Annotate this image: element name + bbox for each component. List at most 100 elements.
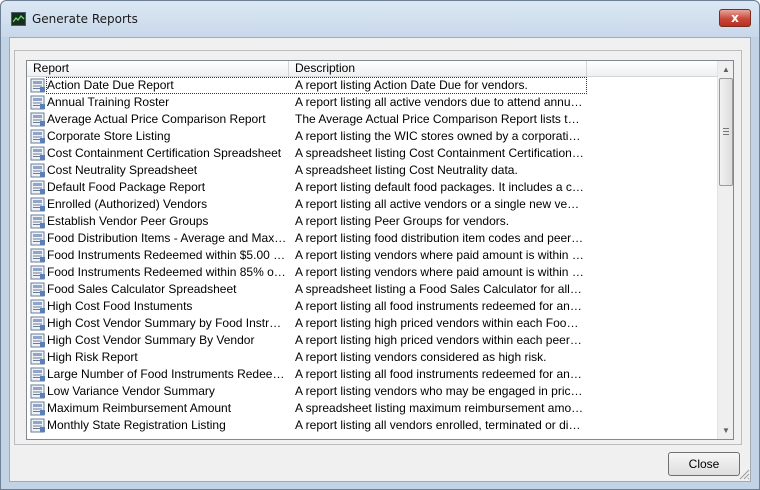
table-row[interactable]: Low Variance Vendor Summary A report list… (27, 383, 717, 400)
table-row[interactable]: Action Date Due Report A report listing A… (27, 77, 717, 94)
report-name-cell: Establish Vendor Peer Groups (47, 214, 209, 228)
report-name-cell: High Cost Vendor Summary by Food Instrum… (47, 316, 287, 330)
table-row[interactable]: Corporate Store Listing A report listing … (27, 128, 717, 145)
table-row[interactable]: Large Number of Food Instruments Redeeme… (27, 366, 717, 383)
report-icon (30, 401, 45, 416)
report-icon (30, 333, 45, 348)
window-title: Generate Reports (32, 12, 138, 26)
list-header: Report Description (27, 61, 717, 77)
report-icon (30, 163, 45, 178)
report-description-cell: A report listing all active vendors due … (295, 95, 585, 109)
report-description-cell: A report listing all food instruments re… (295, 299, 585, 313)
report-name-cell: Cost Neutrality Spreadsheet (47, 163, 198, 177)
grip-icon (723, 128, 729, 135)
report-description-cell: A report listing all vendors enrolled, t… (295, 418, 585, 432)
report-description-cell: A report listing food distribution item … (295, 231, 585, 245)
report-icon (30, 316, 45, 331)
report-description-cell: A report listing the WIC stores owned by… (295, 129, 585, 143)
report-description-cell: A report listing vendors where paid amou… (295, 248, 585, 262)
table-row[interactable]: Food Instruments Redeemed within $5.00 o… (27, 247, 717, 264)
report-description-cell: A report listing high priced vendors wit… (295, 333, 585, 347)
report-description-cell: A report listing vendors where paid amou… (295, 265, 585, 279)
report-description-cell: A report listing all active vendors or a… (295, 197, 585, 211)
report-description-cell: A report listing default food packages. … (295, 180, 585, 194)
close-button[interactable]: Close (668, 452, 740, 476)
table-row[interactable]: Monthly State Registration Listing A repo… (27, 417, 717, 434)
report-description-cell: A report listing Peer Groups for vendors… (295, 214, 510, 228)
column-header-description[interactable]: Description (289, 61, 587, 77)
report-description-cell: A report listing high priced vendors wit… (295, 316, 585, 330)
table-row[interactable]: Food Sales Calculator Spreadsheet A sprea… (27, 281, 717, 298)
table-row[interactable]: Default Food Package Report A report list… (27, 179, 717, 196)
report-name-cell: Food Instruments Redeemed within $5.00 o… (47, 248, 287, 262)
report-icon (30, 95, 45, 110)
report-icon (30, 350, 45, 365)
report-description-cell: A spreadsheet listing maximum reimbursem… (295, 401, 585, 415)
report-name-cell: Corporate Store Listing (47, 129, 171, 143)
scroll-thumb[interactable] (719, 78, 733, 186)
focus-rectangle (46, 77, 587, 94)
report-icon (30, 197, 45, 212)
report-icon (30, 129, 45, 144)
table-row[interactable]: Cost Containment Certification Spreadshe… (27, 145, 717, 162)
report-name-cell: Food Instruments Redeemed within 85% of … (47, 265, 287, 279)
report-icon (30, 418, 45, 433)
list-rows: Action Date Due Report A report listing A… (27, 77, 717, 434)
chart-window-icon (11, 12, 26, 26)
report-icon (30, 248, 45, 263)
column-header-report[interactable]: Report (27, 61, 289, 77)
report-name-cell: Food Distribution Items - Average and Ma… (47, 231, 287, 245)
report-description-cell: A report listing vendors who may be enga… (295, 384, 585, 398)
dialog-client-area: Report Description Action Date Due Repor… (9, 37, 751, 482)
table-row[interactable]: High Cost Vendor Summary By Vendor A repo… (27, 332, 717, 349)
report-list[interactable]: Report Description Action Date Due Repor… (26, 60, 734, 440)
report-description-cell: A report listing all food instruments re… (295, 367, 585, 381)
table-row[interactable]: High Cost Food Instuments A report listin… (27, 298, 717, 315)
resize-grip-icon[interactable] (738, 468, 750, 480)
report-icon (30, 265, 45, 280)
report-icon (30, 180, 45, 195)
report-icon (30, 112, 45, 127)
title-bar[interactable]: Generate Reports x (1, 1, 759, 37)
report-icon (30, 367, 45, 382)
table-row[interactable]: Cost Neutrality Spreadsheet A spreadsheet… (27, 162, 717, 179)
report-icon (30, 282, 45, 297)
report-name-cell: Maximum Reimbursement Amount (47, 401, 232, 415)
table-row[interactable]: High Cost Vendor Summary by Food Instrum… (27, 315, 717, 332)
generate-reports-window: Generate Reports x Report Description Ac… (0, 0, 760, 490)
vertical-scrollbar[interactable]: ▲ ▼ (717, 61, 733, 439)
scroll-down-arrow-icon[interactable]: ▼ (718, 422, 733, 439)
table-row[interactable]: High Risk Report A report listing vendors… (27, 349, 717, 366)
report-icon (30, 78, 45, 93)
report-description-cell: A report listing vendors considered as h… (295, 350, 547, 364)
report-name-cell: High Risk Report (47, 350, 138, 364)
report-icon (30, 214, 45, 229)
report-description-cell: The Average Actual Price Comparison Repo… (295, 112, 585, 126)
report-name-cell: Cost Containment Certification Spreadshe… (47, 146, 282, 160)
report-name-cell: Default Food Package Report (47, 180, 206, 194)
report-name-cell: Monthly State Registration Listing (47, 418, 226, 432)
table-row[interactable]: Enrolled (Authorized) Vendors A report li… (27, 196, 717, 213)
report-name-cell: Food Sales Calculator Spreadsheet (47, 282, 237, 296)
report-description-cell: A spreadsheet listing a Food Sales Calcu… (295, 282, 585, 296)
table-row[interactable]: Food Instruments Redeemed within 85% of … (27, 264, 717, 281)
report-name-cell: High Cost Vendor Summary By Vendor (47, 333, 255, 347)
report-name-cell: Average Actual Price Comparison Report (47, 112, 266, 126)
table-row[interactable]: Maximum Reimbursement Amount A spreadshee… (27, 400, 717, 417)
report-name-cell: High Cost Food Instuments (47, 299, 193, 313)
scroll-up-arrow-icon[interactable]: ▲ (718, 61, 733, 78)
table-row[interactable]: Establish Vendor Peer Groups A report lis… (27, 213, 717, 230)
report-icon (30, 146, 45, 161)
report-name-cell: Enrolled (Authorized) Vendors (47, 197, 208, 211)
table-row[interactable]: Annual Training Roster A report listing a… (27, 94, 717, 111)
report-icon (30, 299, 45, 314)
report-name-cell: Annual Training Roster (47, 95, 170, 109)
report-name-cell: Low Variance Vendor Summary (47, 384, 215, 398)
window-close-button[interactable]: x (719, 9, 751, 27)
report-icon (30, 384, 45, 399)
table-row[interactable]: Food Distribution Items - Average and Ma… (27, 230, 717, 247)
report-name-cell: Large Number of Food Instruments Redeeme… (47, 367, 287, 381)
report-description-cell: A spreadsheet listing Cost Containment C… (295, 146, 585, 160)
table-row[interactable]: Average Actual Price Comparison Report Th… (27, 111, 717, 128)
report-icon (30, 231, 45, 246)
